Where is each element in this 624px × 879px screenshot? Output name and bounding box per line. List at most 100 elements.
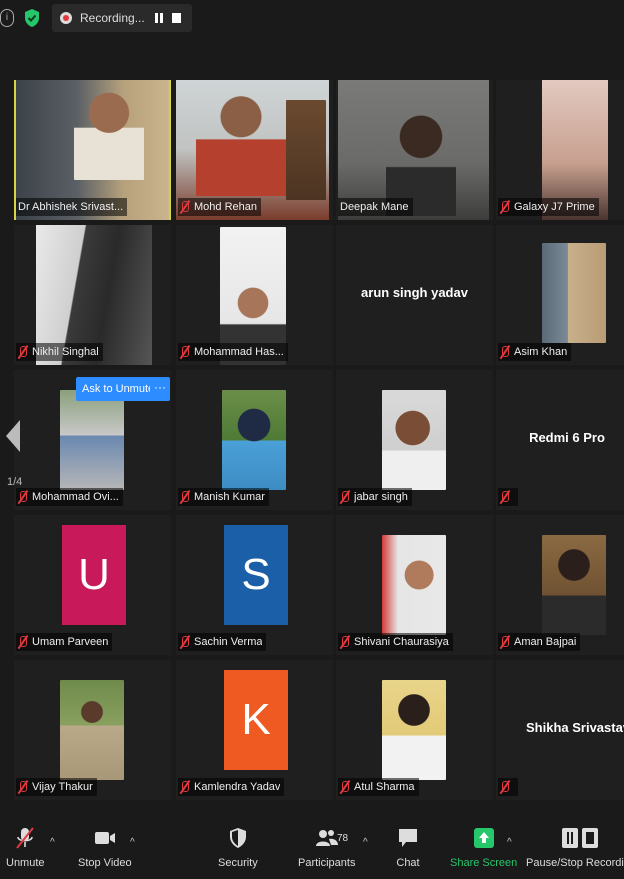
participant-tile[interactable]: Asim Khan [496,225,624,365]
participant-photo [60,680,124,780]
participant-name: Vijay Thakur [32,781,93,793]
participant-name: Dr Abhishek Srivast... [18,201,124,213]
participant-gallery: Dr Abhishek Srivast... Mohd Rehan Deepak… [0,80,624,800]
participant-name: Mohd Rehan [194,201,257,213]
unmute-button[interactable]: Unmute [6,827,45,869]
meeting-toolbar: Unmute ^ Stop Video ^ Security Participa… [0,815,624,879]
chat-button[interactable]: Chat [396,827,420,869]
recording-indicator: Recording... [52,4,192,32]
muted-mic-icon [500,635,510,649]
participant-tile[interactable]: Nikhil Singhal [14,225,171,365]
participant-avatar: K [224,670,288,770]
participant-avatar: S [224,525,288,625]
muted-mic-icon [500,345,510,359]
participant-namebar [498,488,518,506]
participant-tile-active-speaker[interactable]: Dr Abhishek Srivast... [14,80,171,220]
security-label: Security [218,857,258,869]
stop-video-button[interactable]: Stop Video [78,827,132,869]
participant-name: Deepak Mane [340,201,409,213]
previous-page-arrow-icon[interactable] [6,420,20,452]
participant-tile[interactable]: Atul Sharma [336,660,493,800]
muted-mic-icon [500,490,510,504]
muted-mic-icon [18,780,28,794]
participant-photo [222,390,286,490]
participants-label: Participants [298,857,356,869]
participant-person [74,84,144,180]
audio-options-caret-icon[interactable]: ^ [50,837,55,848]
muted-mic-icon [18,635,28,649]
ask-to-unmute-button[interactable]: Ask to Unmute [76,377,161,401]
participant-display-name: Shikha Srivastava [526,720,624,735]
avatar-letter: S [241,550,271,599]
participant-tile[interactable]: Mohammad Has... [176,225,333,365]
participants-count: 78 [337,833,349,844]
participant-tile[interactable]: Vijay Thakur [14,660,171,800]
participant-namebar [498,778,518,796]
video-options-caret-icon[interactable]: ^ [130,837,135,848]
more-options-button[interactable]: ··· [150,377,170,401]
participant-tile[interactable]: Manish Kumar [176,370,333,510]
participant-name: Sachin Verma [194,636,263,648]
muted-mic-icon [500,780,510,794]
share-screen-button[interactable]: Share Screen [450,827,517,869]
participant-namebar: Vijay Thakur [16,778,97,796]
muted-mic-icon [180,490,190,504]
participant-name: Aman Bajpai [514,636,577,648]
share-screen-icon [473,828,494,848]
participant-tile[interactable]: K Kamlendra Yadav [176,660,333,800]
unmute-label: Unmute [6,857,45,869]
participant-tile[interactable]: S Sachin Verma [176,515,333,655]
pause-stop-recording-icon [562,828,599,848]
participant-tile[interactable]: Shikha Srivastava [496,660,624,800]
participant-namebar: Mohd Rehan [178,198,261,216]
pause-stop-recording-label: Pause/Stop Recording [526,857,624,869]
participant-namebar: Galaxy J7 Prime [498,198,599,216]
participant-tile[interactable]: jabar singh [336,370,493,510]
participant-display-name: Redmi 6 Pro [529,430,605,445]
share-screen-label: Share Screen [450,857,518,869]
participant-namebar: Nikhil Singhal [16,343,103,361]
muted-mic-icon [340,635,350,649]
participant-name: Mohammad Ovi... [32,491,119,503]
pause-recording-icon[interactable] [154,13,164,23]
participant-tile[interactable]: Aman Bajpai [496,515,624,655]
participant-namebar: Asim Khan [498,343,572,361]
participant-namebar: Sachin Verma [178,633,267,651]
participant-name: Kamlendra Yadav [194,781,281,793]
participant-namebar: Dr Abhishek Srivast... [16,198,128,216]
participant-namebar: Kamlendra Yadav [178,778,285,796]
shield-check-icon[interactable] [24,8,40,28]
info-icon[interactable]: i [0,9,14,27]
participant-name: Asim Khan [514,346,568,358]
stop-recording-icon[interactable] [172,13,181,23]
participant-tile[interactable]: Redmi 6 Pro [496,370,624,510]
participant-tile[interactable]: U Umam Parveen [14,515,171,655]
participant-tile[interactable]: Shivani Chaurasiya [336,515,493,655]
participant-namebar: Aman Bajpai [498,633,581,651]
pause-stop-recording-button[interactable]: Pause/Stop Recording [526,827,624,869]
participants-caret-icon[interactable]: ^ [363,837,368,848]
participant-namebar: jabar singh [338,488,412,506]
share-options-caret-icon[interactable]: ^ [507,837,512,848]
participant-namebar: Shivani Chaurasiya [338,633,453,651]
muted-mic-icon [180,345,190,359]
participant-tile[interactable]: Deepak Mane [336,80,493,220]
participant-tile[interactable]: Galaxy J7 Prime [496,80,624,220]
participant-namebar: Atul Sharma [338,778,419,796]
participant-namebar: Mohammad Has... [178,343,288,361]
security-shield-icon [229,828,246,848]
security-button[interactable]: Security [218,827,258,869]
video-camera-icon [94,832,115,844]
participant-namebar: Umam Parveen [16,633,113,651]
muted-mic-icon [340,490,350,504]
muted-mic-icon [180,635,190,649]
participant-tile[interactable]: Mohd Rehan [176,80,333,220]
participant-name: Nikhil Singhal [32,346,99,358]
avatar-letter: K [241,695,271,744]
participant-photo [382,390,446,490]
muted-mic-icon [180,200,190,214]
muted-mic-icon [18,490,28,504]
participant-tile[interactable]: arun singh yadav [336,225,493,365]
participant-photo [382,535,446,635]
participant-name: Atul Sharma [354,781,415,793]
